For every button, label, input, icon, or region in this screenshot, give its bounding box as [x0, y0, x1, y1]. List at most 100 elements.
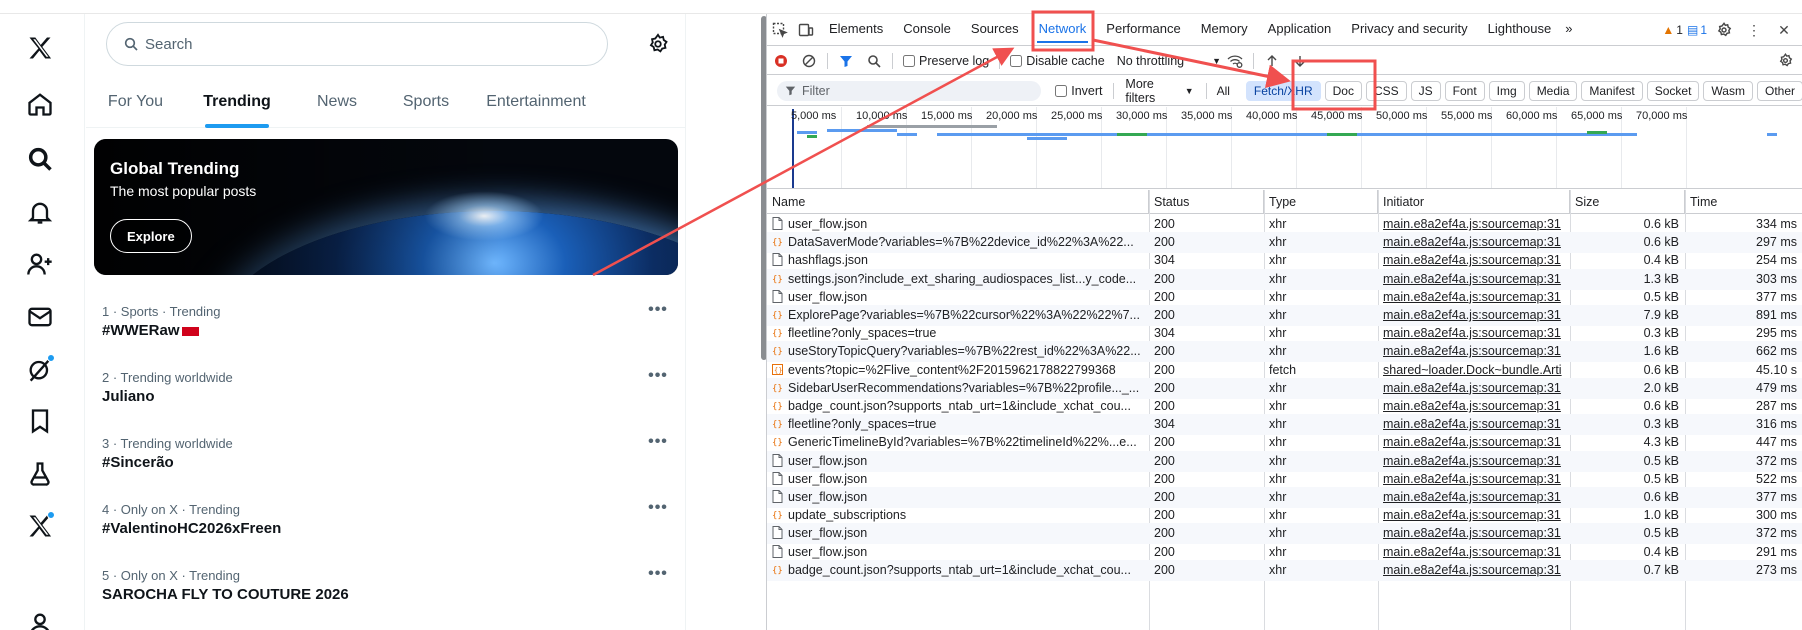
json-icon: {} [772, 563, 788, 577]
trend-meta: 2 · Trending worldwide [102, 370, 233, 385]
mail-icon[interactable] [20, 297, 60, 337]
more-icon[interactable]: ••• [646, 566, 670, 586]
network-settings-gear-icon[interactable] [1771, 47, 1799, 75]
col-initiator[interactable]: Initiator [1378, 190, 1570, 214]
bell-icon[interactable] [20, 192, 60, 232]
preserve-log-checkbox[interactable]: Preserve log [903, 54, 989, 68]
type-filter-img[interactable]: Img [1488, 80, 1525, 101]
more-icon[interactable]: ••• [646, 368, 670, 388]
close-icon[interactable]: ✕ [1771, 14, 1797, 46]
more-icon[interactable]: ••• [646, 500, 670, 520]
type-filter-socket[interactable]: Socket [1646, 80, 1700, 101]
col-size[interactable]: Size [1570, 190, 1685, 214]
grok-slash-icon[interactable] [20, 349, 60, 389]
filter-funnel-icon[interactable] [832, 47, 860, 75]
gear-icon[interactable] [644, 30, 672, 58]
download-icon[interactable] [1286, 47, 1314, 75]
timeline-tick-label: 15,000 ms [921, 110, 973, 122]
col-name[interactable]: Name [767, 190, 1149, 214]
wifi-conditions-icon[interactable] [1221, 47, 1249, 75]
more-tabs-button[interactable]: » [1561, 14, 1576, 46]
home-icon[interactable] [20, 84, 60, 124]
global-trending-banner[interactable]: Global Trending The most popular posts E… [94, 139, 678, 275]
tab-console[interactable]: Console [893, 14, 961, 46]
type-filter-media[interactable]: Media [1528, 80, 1578, 101]
cell-status: 200 [1154, 562, 1175, 577]
col-type[interactable]: Type [1264, 190, 1378, 214]
tab-lighthouse[interactable]: Lighthouse [1478, 14, 1562, 46]
json-icon: {} [772, 272, 788, 286]
type-filter-js[interactable]: JS [1410, 80, 1441, 101]
inspect-element-icon[interactable] [767, 14, 793, 46]
invert-checkbox[interactable]: Invert [1055, 84, 1103, 98]
type-filter-all[interactable]: All [1214, 80, 1232, 101]
people-plus-icon[interactable] [20, 244, 60, 284]
trend-item[interactable]: 1 · Sports · Trending #WWERaw ••• [102, 302, 670, 362]
tab-application[interactable]: Application [1258, 14, 1342, 46]
bookmark-icon[interactable] [20, 401, 60, 441]
upload-icon[interactable] [1258, 47, 1286, 75]
cell-type: xhr [1269, 562, 1287, 577]
tab-memory[interactable]: Memory [1191, 14, 1258, 46]
throttling-select[interactable]: No throttling ▼ [1117, 54, 1221, 68]
network-overview-timeline[interactable]: 5,000 ms 10,000 ms 15,000 ms 20,000 ms 25,00… [767, 107, 1802, 189]
chevron-down-icon: ▼ [1212, 55, 1222, 66]
flask-icon[interactable] [20, 454, 60, 494]
disable-cache-checkbox[interactable]: Disable cache [1010, 54, 1105, 68]
trend-item[interactable]: 2 · Trending worldwide Juliano ••• [102, 368, 670, 428]
cell-initiator[interactable]: main.e8a2ef4a.js:sourcemap:31 [1378, 560, 1570, 581]
type-filter-fetch-xhr[interactable]: Fetch/XHR [1245, 80, 1321, 101]
type-filter-manifest[interactable]: Manifest [1581, 80, 1643, 101]
tab-news[interactable]: News [289, 76, 385, 128]
timeline-tick-label: 30,000 ms [1116, 110, 1168, 122]
tab-for-you[interactable]: For You [86, 76, 185, 128]
record-stop-icon[interactable] [767, 47, 795, 75]
device-toolbar-icon[interactable] [793, 14, 819, 46]
tab-elements[interactable]: Elements [819, 14, 893, 46]
trend-item[interactable]: 5 · Only on X · Trending SAROCHA FLY TO … [102, 566, 670, 626]
banner-title: Global Trending [110, 159, 240, 178]
tab-entertainment[interactable]: Entertainment [467, 76, 605, 128]
col-time[interactable]: Time [1685, 190, 1802, 214]
tab-network[interactable]: Network [1029, 14, 1097, 46]
more-filters-dropdown[interactable]: More filters ▼ [1125, 77, 1193, 105]
kebab-menu-icon[interactable]: ⋮ [1741, 14, 1767, 46]
explore-button[interactable]: Explore [110, 219, 192, 253]
json-icon: {} [772, 363, 788, 377]
warnings-badge[interactable]: ▲ 1 [1662, 23, 1683, 37]
tab-trending[interactable]: Trending [185, 76, 289, 128]
type-filter-other[interactable]: Other [1756, 80, 1802, 101]
tab-sources[interactable]: Sources [961, 14, 1029, 46]
profile-icon[interactable] [20, 604, 60, 630]
timeline-tick-label: 60,000 ms [1506, 110, 1558, 122]
settings-gear-icon[interactable] [1711, 14, 1737, 46]
more-icon[interactable]: ••• [646, 434, 670, 454]
cell-size: 0.7 kB [1643, 562, 1679, 577]
search-icon[interactable] [860, 47, 888, 75]
search-icon[interactable] [20, 139, 60, 179]
messages-badge[interactable]: ▤ 1 [1687, 23, 1707, 37]
timeline-request-bar [937, 133, 1637, 136]
clear-icon[interactable] [795, 47, 823, 75]
x-premium-icon[interactable] [20, 506, 60, 546]
type-filter-doc[interactable]: Doc [1324, 80, 1362, 101]
filter-input[interactable]: Filter [777, 80, 1042, 101]
request-row[interactable]: {} badge_count.json?supports_ntab_urt=1&i… [767, 559, 1802, 581]
type-filter-font[interactable]: Font [1444, 80, 1485, 101]
trend-item[interactable]: 3 · Trending worldwide #Sincerão ••• [102, 434, 670, 494]
file-icon [772, 544, 788, 559]
more-icon[interactable]: ••• [646, 302, 670, 322]
type-filter-css[interactable]: CSS [1365, 80, 1407, 101]
col-status[interactable]: Status [1149, 190, 1264, 214]
type-filter-wasm[interactable]: Wasm [1703, 80, 1753, 101]
search-input[interactable] [145, 35, 585, 53]
file-icon [772, 471, 788, 486]
tab-performance[interactable]: Performance [1096, 14, 1190, 46]
trend-name: #Sincerão [102, 454, 174, 471]
x-logo-icon[interactable] [20, 28, 60, 68]
tab-privacy-security[interactable]: Privacy and security [1341, 14, 1477, 46]
tab-sports[interactable]: Sports [385, 76, 467, 128]
timeline-tick-label: 25,000 ms [1051, 110, 1103, 122]
trend-item[interactable]: 4 · Only on X · Trending #ValentinoHC202… [102, 500, 670, 560]
search-field[interactable] [106, 22, 608, 66]
